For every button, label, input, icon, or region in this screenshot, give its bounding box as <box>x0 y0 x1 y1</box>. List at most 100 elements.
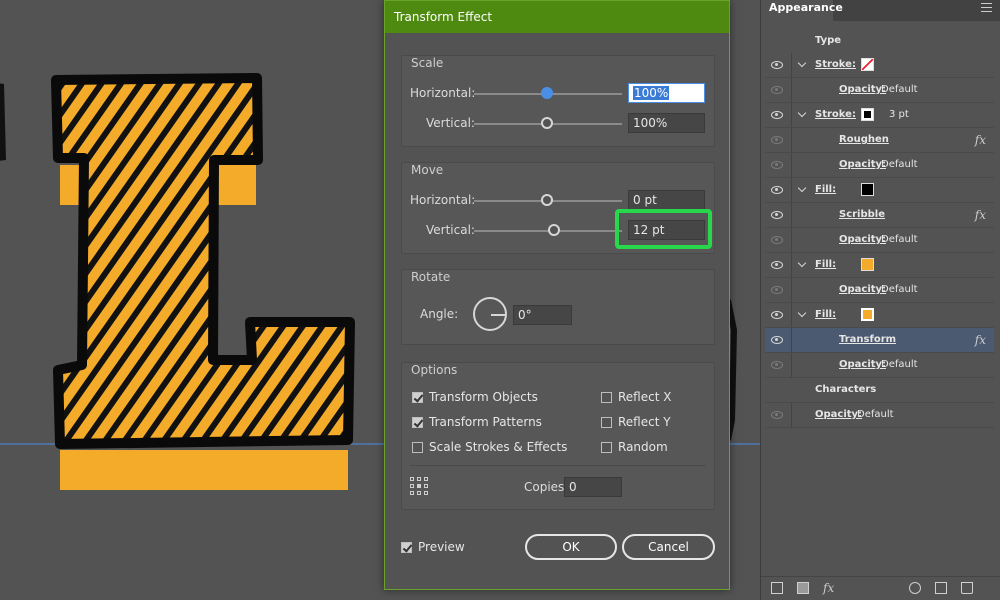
reflect-y-check[interactable] <box>601 416 612 428</box>
cancel-button[interactable]: Cancel <box>622 534 715 560</box>
add-new-effect-fx-icon[interactable]: fx <box>823 581 834 595</box>
opacity-row[interactable]: Opacity: Default <box>765 153 994 178</box>
random-check[interactable] <box>601 441 612 453</box>
rotate-group: Rotate Angle: 0° <box>401 269 715 345</box>
stroke-none-swatch[interactable] <box>861 58 874 71</box>
duplicate-item-icon[interactable] <box>935 582 947 594</box>
fill-orange-swatch[interactable] <box>861 258 874 271</box>
characters-row[interactable]: Characters <box>765 378 994 403</box>
delete-item-icon[interactable] <box>961 582 973 594</box>
scale-vertical-input[interactable]: 100% <box>628 113 705 133</box>
visibility-eye-icon[interactable] <box>771 186 783 194</box>
row-name[interactable]: Opacity: <box>839 159 886 170</box>
visibility-eye-icon[interactable] <box>771 211 783 219</box>
chevron-down-icon[interactable] <box>797 183 807 193</box>
stroke-row[interactable]: Stroke: <box>765 53 994 78</box>
stroke-black-swatch[interactable] <box>861 108 874 121</box>
scale-strokes-checkbox[interactable]: Scale Strokes & Effects <box>412 440 567 454</box>
fill-row[interactable]: Fill: <box>765 303 994 328</box>
reference-point-icon[interactable] <box>410 477 430 497</box>
random-checkbox[interactable]: Random <box>601 440 668 454</box>
fill-orange-swatch[interactable] <box>861 308 874 321</box>
row-name[interactable]: Characters <box>815 384 876 395</box>
scale-horizontal-knob[interactable] <box>541 87 553 99</box>
opacity-row[interactable]: Opacity: Default <box>765 353 994 378</box>
move-vertical-knob[interactable] <box>548 224 560 236</box>
row-name[interactable]: Opacity: <box>839 359 886 370</box>
row-name[interactable]: Fill: <box>815 309 836 320</box>
row-value: Default <box>881 284 918 295</box>
opacity-row[interactable]: Opacity: Default <box>765 78 994 103</box>
fill-black-swatch[interactable] <box>861 183 874 196</box>
effect-row[interactable]: Scribble fx <box>765 203 994 228</box>
visibility-eye-icon[interactable] <box>771 86 783 94</box>
fill-row[interactable]: Fill: <box>765 253 994 278</box>
add-new-fill-icon[interactable] <box>797 582 809 594</box>
copies-input[interactable]: 0 <box>564 477 622 497</box>
fx-icon[interactable]: fx <box>975 133 986 147</box>
row-name[interactable]: Stroke: <box>815 59 856 70</box>
row-name[interactable]: Transform <box>839 334 896 345</box>
fill-row[interactable]: Fill: <box>765 178 994 203</box>
visibility-eye-icon[interactable] <box>771 336 783 344</box>
transform-patterns-check[interactable] <box>412 416 423 428</box>
transform-objects-checkbox[interactable]: Transform Objects <box>412 390 538 404</box>
opacity-row[interactable]: Opacity: Default <box>765 278 994 303</box>
opacity-row[interactable]: Opacity: Default <box>765 403 994 428</box>
tab-appearance[interactable]: Appearance <box>761 0 843 21</box>
opacity-row[interactable]: Opacity: Default <box>765 228 994 253</box>
reflect-y-checkbox[interactable]: Reflect Y <box>601 415 671 429</box>
reflect-x-check[interactable] <box>601 391 612 403</box>
clear-appearance-icon[interactable] <box>909 582 921 594</box>
move-horizontal-label: Horizontal: <box>410 193 476 207</box>
row-name[interactable]: Stroke: <box>815 109 856 120</box>
visibility-eye-icon[interactable] <box>771 61 783 69</box>
fx-icon[interactable]: fx <box>975 333 986 347</box>
visibility-eye-icon[interactable] <box>771 286 783 294</box>
row-name[interactable]: Scribble <box>839 209 885 220</box>
row-name[interactable]: Opacity: <box>815 409 862 420</box>
transform-objects-check[interactable] <box>412 391 423 403</box>
chevron-down-icon[interactable] <box>797 308 807 318</box>
visibility-eye-icon[interactable] <box>771 411 783 419</box>
panel-menu-icon[interactable] <box>981 3 992 12</box>
row-name[interactable]: Opacity: <box>839 234 886 245</box>
chevron-down-icon[interactable] <box>797 108 807 118</box>
move-horizontal-knob[interactable] <box>541 194 553 206</box>
preview-check[interactable] <box>401 541 412 553</box>
stroke-row[interactable]: Stroke: 3 pt <box>765 103 994 128</box>
visibility-eye-icon[interactable] <box>771 111 783 119</box>
angle-label: Angle: <box>420 307 459 321</box>
row-value: Default <box>881 84 918 95</box>
visibility-eye-icon[interactable] <box>771 361 783 369</box>
visibility-eye-icon[interactable] <box>771 236 783 244</box>
chevron-down-icon[interactable] <box>797 58 807 68</box>
effect-row[interactable]: Roughen fx <box>765 128 994 153</box>
transform-patterns-checkbox[interactable]: Transform Patterns <box>412 415 542 429</box>
row-name[interactable]: Fill: <box>815 184 836 195</box>
visibility-eye-icon[interactable] <box>771 261 783 269</box>
visibility-eye-icon[interactable] <box>771 311 783 319</box>
preview-label: Preview <box>418 540 465 554</box>
angle-dial[interactable] <box>473 297 507 331</box>
angle-input[interactable]: 0° <box>513 305 572 325</box>
move-vertical-highlight <box>615 209 712 249</box>
visibility-eye-icon[interactable] <box>771 136 783 144</box>
row-name[interactable]: Fill: <box>815 259 836 270</box>
reflect-x-checkbox[interactable]: Reflect X <box>601 390 671 404</box>
add-new-stroke-icon[interactable] <box>771 582 783 594</box>
row-name[interactable]: Opacity: <box>839 284 886 295</box>
scale-horizontal-input[interactable]: 100% <box>628 83 705 103</box>
effect-row-selected[interactable]: Transform fx <box>765 328 994 353</box>
row-name[interactable]: Opacity: <box>839 84 886 95</box>
ok-button[interactable]: OK <box>525 534 617 560</box>
scale-vertical-knob[interactable] <box>541 117 553 129</box>
row-name[interactable]: Roughen <box>839 134 889 145</box>
preview-checkbox[interactable]: Preview <box>401 540 465 554</box>
scale-strokes-check[interactable] <box>412 441 423 453</box>
letter-l-shape <box>51 73 355 449</box>
visibility-eye-icon[interactable] <box>771 161 783 169</box>
fx-icon[interactable]: fx <box>975 208 986 222</box>
move-horizontal-input[interactable]: 0 pt <box>628 190 705 210</box>
chevron-down-icon[interactable] <box>797 258 807 268</box>
